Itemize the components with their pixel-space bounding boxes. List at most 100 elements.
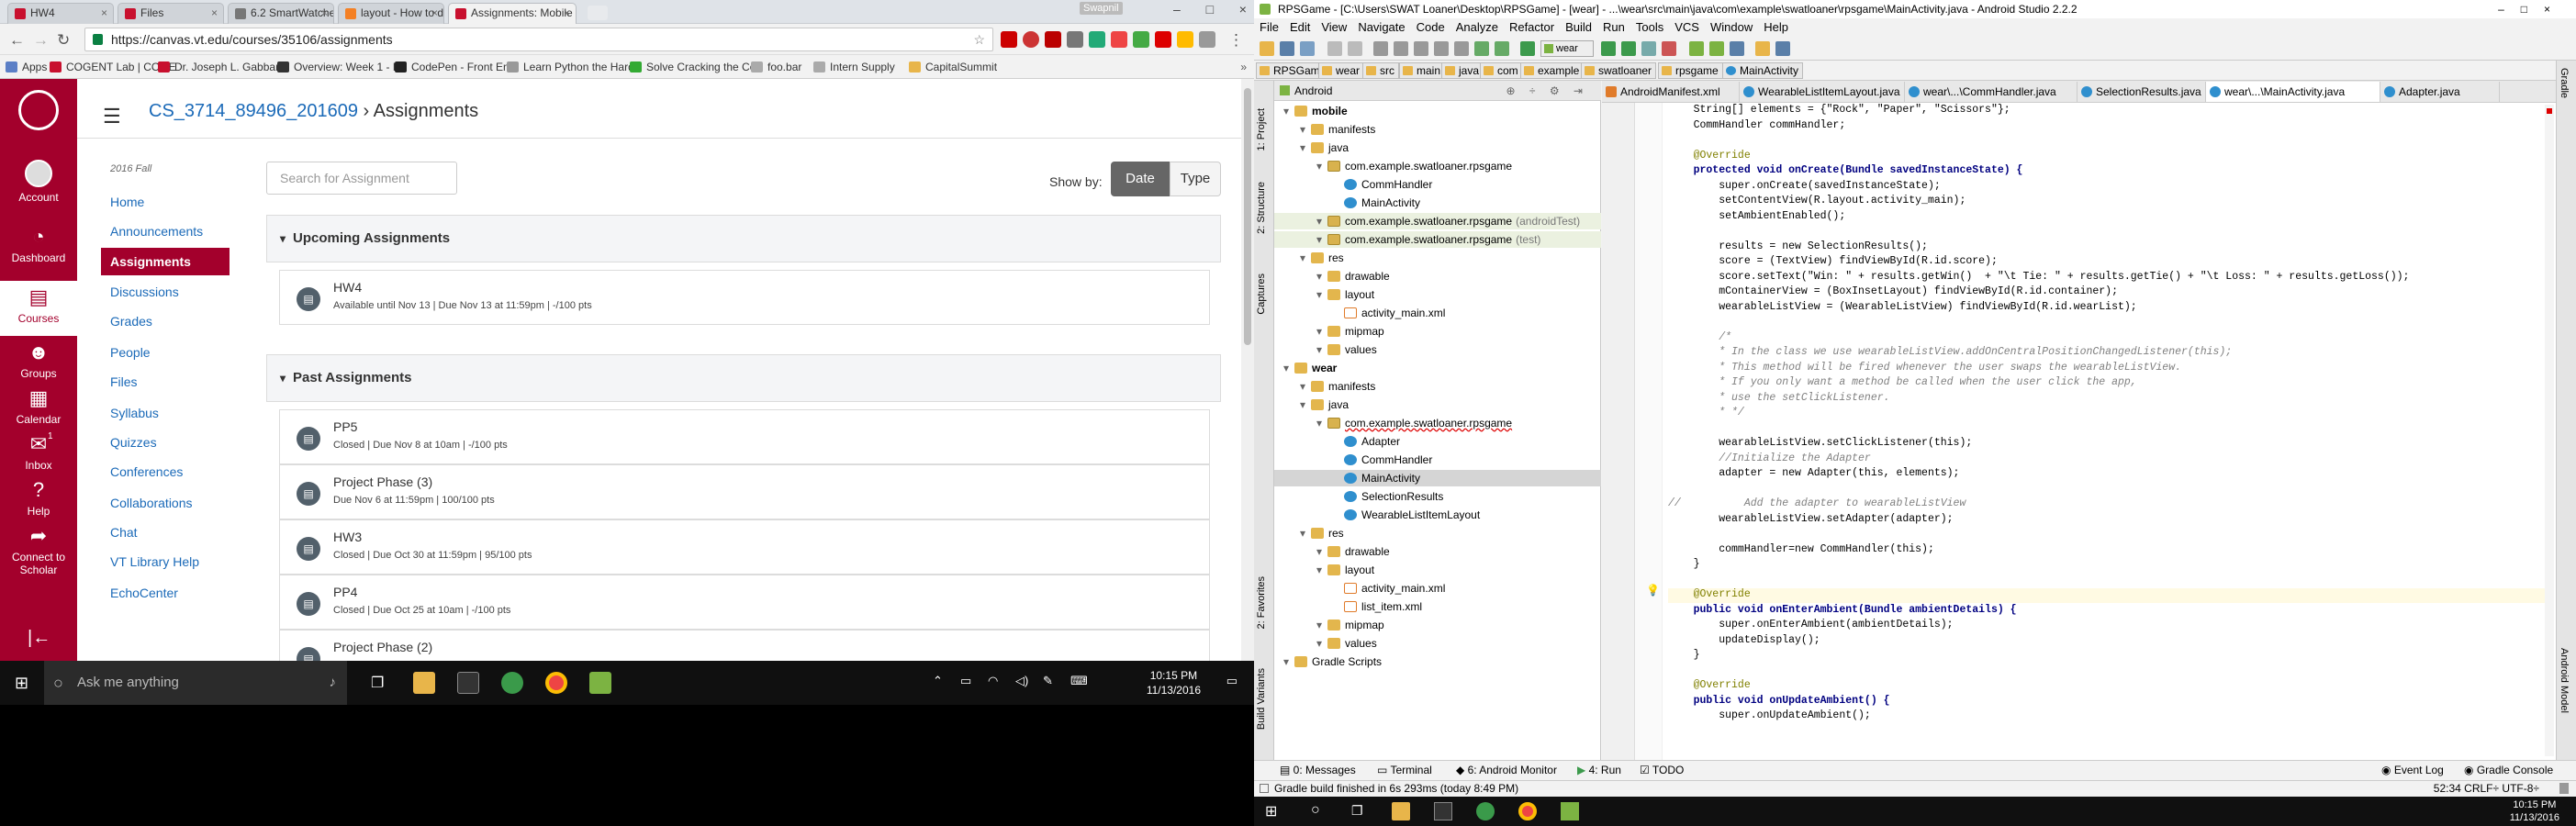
wifi-icon[interactable]: ◠ (988, 674, 998, 688)
assignment-row[interactable]: ▤ HW4 Available until Nov 13 | Due Nov 13 … (279, 270, 1210, 325)
android-monitor-tool-button[interactable]: ◆ 6: Android Monitor (1456, 761, 1557, 779)
captures-tool-button[interactable]: Captures (1256, 273, 1267, 315)
expand-arrow-icon[interactable]: ▾ (1300, 250, 1311, 266)
scrollbar-thumb[interactable] (1244, 88, 1251, 345)
expand-arrow-icon[interactable]: ▾ (1300, 121, 1311, 138)
tree-node[interactable]: ▾ values (1274, 341, 1601, 358)
course-nav-assignments[interactable]: Assignments (101, 248, 230, 275)
editor-tab[interactable]: WearableListItemLayout.java (1740, 82, 1905, 102)
expand-arrow-icon[interactable]: ▾ (1316, 415, 1327, 431)
tree-node[interactable]: ▾ res (1274, 525, 1601, 541)
tree-node[interactable]: ▾ drawable (1274, 268, 1601, 285)
windows-start-icon[interactable]: ⊞ (15, 674, 28, 693)
copy-icon[interactable] (1394, 41, 1408, 56)
menu-navigate[interactable]: Navigate (1358, 20, 1405, 34)
nav-crumb[interactable]: rpsgame (1658, 62, 1723, 79)
chrome-icon[interactable] (1518, 802, 1537, 820)
tray-up-arrow-icon[interactable]: ⌃ (933, 674, 943, 688)
expand-arrow-icon[interactable]: ▾ (1316, 341, 1327, 358)
status-message[interactable]: Gradle build finished in 6s 293ms (today… (1274, 781, 1518, 797)
task-view-icon[interactable]: ❐ (371, 674, 384, 692)
bookmark[interactable]: COGENT Lab | COGE (50, 55, 176, 79)
app-icon[interactable] (1476, 802, 1495, 820)
course-nav-conferences[interactable]: Conferences (110, 464, 183, 479)
studio-window-controls[interactable]: –□× (2498, 0, 2567, 18)
terminal-icon[interactable] (1434, 802, 1452, 820)
android-studio-icon[interactable] (589, 672, 611, 694)
course-nav-people[interactable]: People (110, 345, 151, 360)
expand-arrow-icon[interactable]: ▾ (1316, 562, 1327, 578)
editor-tab[interactable]: wear\...\CommHandler.java (1905, 82, 2078, 102)
menu-run[interactable]: Run (1603, 20, 1625, 34)
browser-tab[interactable]: HW4 × (7, 3, 114, 24)
tree-node[interactable]: ▾ mipmap (1274, 617, 1601, 633)
structure-tool-button[interactable]: 2: Structure (1256, 182, 1267, 234)
bookmark[interactable]: Intern Supply (813, 55, 895, 79)
course-nav-library-help[interactable]: VT Library Help (110, 554, 199, 569)
messages-tool-button[interactable]: ▤ 0: Messages (1280, 761, 1356, 779)
menu-edit[interactable]: Edit (1290, 20, 1310, 34)
course-nav-grades[interactable]: Grades (110, 314, 152, 329)
menu-help[interactable]: Help (1764, 20, 1788, 34)
tree-node[interactable]: ▾ drawable (1274, 543, 1601, 560)
save-icon[interactable] (1280, 41, 1294, 56)
profile-icon[interactable] (1641, 41, 1656, 56)
event-log-tool-button[interactable]: ◉ Event Log (2381, 761, 2444, 779)
maximize-icon[interactable]: □ (1206, 2, 1214, 20)
page-scrollbar[interactable] (1241, 79, 1254, 661)
nav-inbox[interactable]: ✉ Inbox 1 (0, 431, 77, 472)
open-folder-icon[interactable] (1260, 41, 1274, 56)
browser-tab-active[interactable]: Assignments: Mobile Soft× (448, 3, 577, 24)
sync-icon[interactable] (1300, 41, 1315, 56)
star-icon[interactable]: ☆ (973, 28, 985, 50)
terminal-tool-button[interactable]: ▭ Terminal (1377, 761, 1432, 779)
collapse-nav-icon[interactable]: |← (28, 628, 50, 649)
editor-tab[interactable]: SelectionResults.java (2078, 82, 2206, 102)
project-structure-icon[interactable] (1730, 41, 1744, 56)
tree-node[interactable]: list_item.xml (1274, 598, 1601, 615)
paste-icon[interactable] (1414, 41, 1428, 56)
bookmark[interactable]: Learn Python the Hard (507, 55, 634, 79)
expand-arrow-icon[interactable]: ▾ (1283, 653, 1294, 670)
editor-gutter[interactable] (1602, 103, 1635, 760)
menu-vcs[interactable]: VCS (1674, 20, 1699, 34)
menu-build[interactable]: Build (1565, 20, 1592, 34)
extension-icon[interactable] (1089, 31, 1105, 48)
cortana-icon[interactable]: ○ (1311, 802, 1320, 819)
expand-arrow-icon[interactable]: ▾ (1316, 268, 1327, 285)
tree-node[interactable]: ▾ wear (1274, 360, 1601, 376)
new-tab-button[interactable] (588, 6, 608, 20)
undo-icon[interactable] (1327, 41, 1342, 56)
tree-node[interactable]: ▾ layout (1274, 286, 1601, 303)
menu-refactor[interactable]: Refactor (1509, 20, 1554, 34)
extension-icon[interactable] (1177, 31, 1193, 48)
help-icon[interactable] (1775, 41, 1790, 56)
android-device-monitor-icon[interactable] (1755, 41, 1770, 56)
close-tab-icon[interactable]: × (564, 4, 570, 23)
hamburger-menu-icon[interactable]: ☰ (103, 105, 121, 128)
tree-node[interactable]: Adapter (1274, 433, 1601, 450)
run-tool-button[interactable]: ▶ 4: Run (1577, 761, 1621, 779)
nav-groups[interactable]: ☻ Groups (0, 341, 77, 381)
nav-crumb[interactable]: swatloaner (1581, 62, 1657, 79)
expand-arrow-icon[interactable]: ▾ (1300, 396, 1311, 413)
project-view-select[interactable]: Android (1294, 84, 1332, 97)
close-tab-icon[interactable]: × (101, 4, 107, 23)
cortana-search-box[interactable]: ○ Ask me anything ♪ (44, 661, 347, 705)
tree-node[interactable]: SelectionResults (1274, 488, 1601, 505)
app-icon[interactable] (501, 672, 523, 694)
expand-arrow-icon[interactable]: ▾ (1300, 525, 1311, 541)
sdk-manager-icon[interactable] (1709, 41, 1724, 56)
nav-help[interactable]: ? Help (0, 479, 77, 519)
tree-node[interactable]: WearableListItemLayout (1274, 507, 1601, 523)
bookmark[interactable]: Overview: Week 1 - In (277, 55, 402, 79)
microphone-icon[interactable]: ♪ (330, 661, 337, 705)
expand-arrow-icon[interactable]: ▾ (1300, 140, 1311, 156)
breadcrumb-course-link[interactable]: CS_3714_89496_201609 (149, 101, 358, 121)
debug-icon[interactable] (1621, 41, 1636, 56)
nav-crumb[interactable]: wear (1318, 62, 1365, 79)
menu-view[interactable]: View (1321, 20, 1347, 34)
run-icon[interactable] (1601, 41, 1616, 56)
minimize-icon[interactable]: – (1173, 2, 1181, 20)
tree-node[interactable]: ▾ Gradle Scripts (1274, 653, 1601, 670)
